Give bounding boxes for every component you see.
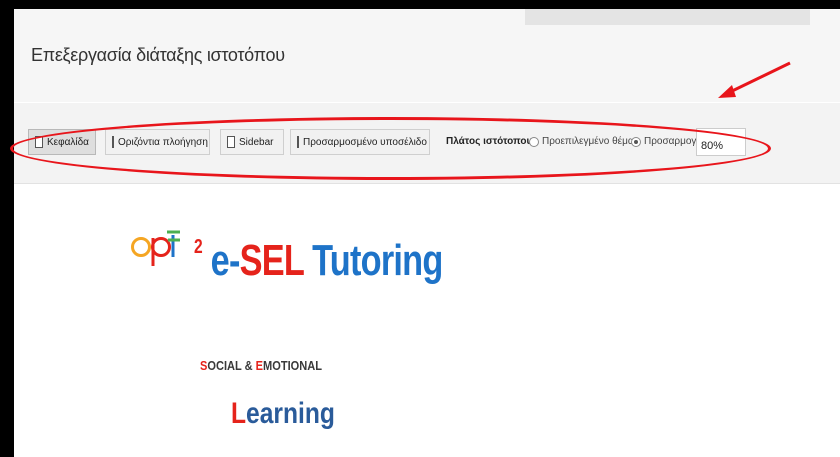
custom-footer-button[interactable]: Προσαρμοσμένο υποσέλιδο	[290, 129, 430, 155]
brand-superscript: 2	[194, 236, 203, 258]
brand-title: 2 e-SEL Tutoring	[194, 236, 443, 286]
document-icon	[227, 136, 235, 148]
custom-footer-button-label: Προσαρμοσμένο υποσέλιδο	[303, 136, 427, 148]
custom-width-radio[interactable]	[631, 137, 641, 147]
default-theme-radio[interactable]	[529, 137, 539, 147]
apt-logo-mark	[131, 230, 180, 266]
brand-sel: SEL	[239, 236, 305, 285]
layout-toolbar: Κεφαλίδα Οριζόντια πλοήγηση Sidebar Προσ…	[14, 103, 840, 184]
brand-tagline: SOCIAL & EMOTIONAL	[200, 358, 322, 373]
brand-prefix: e-	[210, 236, 241, 285]
horizontal-nav-button[interactable]: Οριζόντια πλοήγηση	[105, 129, 210, 155]
document-icon	[112, 136, 114, 148]
annotation-arrow-icon	[718, 61, 791, 98]
sidebar-button-label: Sidebar	[239, 136, 274, 148]
document-icon	[35, 136, 43, 148]
brand-rest: Tutoring	[303, 236, 443, 285]
learning-rest: earning	[246, 397, 335, 430]
page-title: Επεξεργασία διάταξης ιστοτόπου	[31, 45, 285, 65]
horizontal-nav-button-label: Οριζόντια πλοήγηση	[118, 136, 208, 148]
learning-initial: L	[231, 397, 247, 430]
custom-width-label: Προσαρμογή	[644, 136, 702, 147]
tagline-motional: MOTIONAL	[263, 358, 322, 373]
site-width-input[interactable]	[696, 128, 746, 156]
default-theme-label: Προεπιλεγμένο θέμα	[542, 136, 634, 147]
brand-learning: Learning	[231, 397, 335, 431]
site-width-label: Πλάτος ιστότοπου:	[446, 136, 536, 147]
header-button[interactable]: Κεφαλίδα	[28, 129, 96, 155]
tagline-ocial: OCIAL &	[207, 358, 256, 373]
tab-strip	[525, 9, 810, 25]
tagline-s: S	[200, 358, 208, 373]
sidebar-button[interactable]: Sidebar	[220, 129, 284, 155]
header-button-label: Κεφαλίδα	[47, 136, 89, 148]
document-icon	[297, 136, 299, 148]
